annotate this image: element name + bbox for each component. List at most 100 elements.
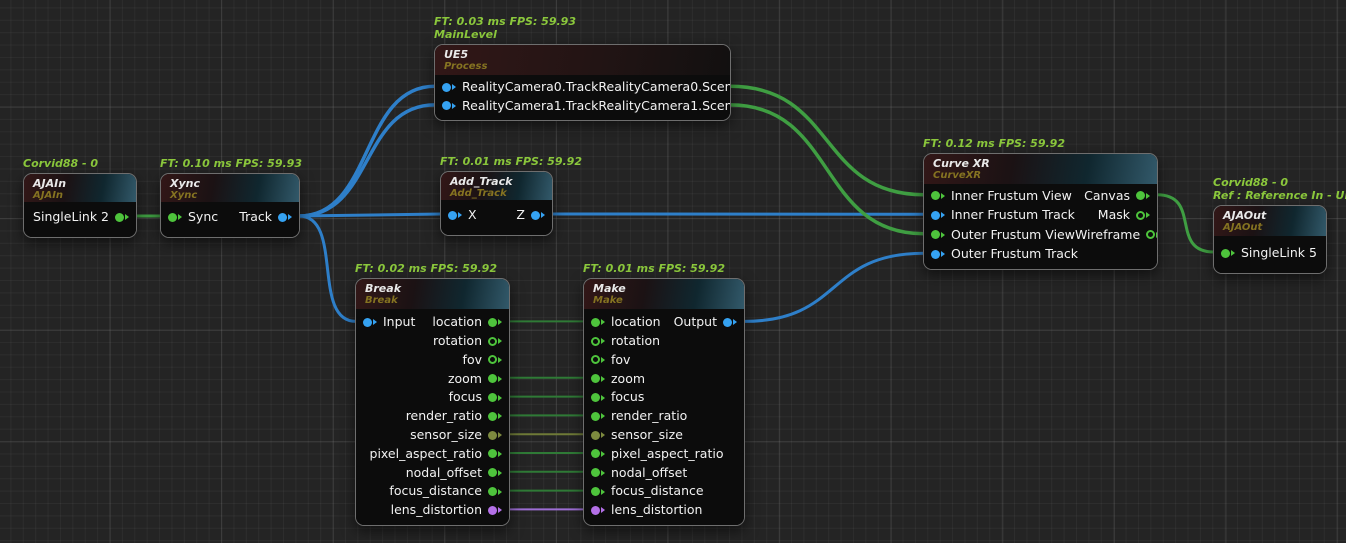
output-location[interactable]: location bbox=[432, 316, 502, 329]
port-canvas-icon[interactable] bbox=[1136, 191, 1150, 200]
output-canvas[interactable]: Canvas bbox=[1084, 190, 1150, 203]
node-header[interactable]: MakeMake bbox=[584, 279, 744, 309]
port-focus-icon[interactable] bbox=[488, 393, 502, 402]
output-focus[interactable]: focus bbox=[449, 391, 502, 404]
input-outer-frustum-track[interactable]: Outer Frustum Track bbox=[931, 248, 1078, 261]
output-realitycamera0-scene[interactable]: RealityCamera0.Scene bbox=[598, 81, 731, 94]
output-rotation[interactable]: rotation bbox=[433, 335, 502, 348]
input-nodal-offset[interactable]: nodal_offset bbox=[591, 467, 687, 480]
node-curvexr[interactable]: Curve XRCurveXR Inner Frustum View Canvas I… bbox=[923, 153, 1158, 270]
port-rotation-icon[interactable] bbox=[591, 337, 605, 346]
input-sensor-size[interactable]: sensor_size bbox=[591, 429, 683, 442]
output-lens-distortion[interactable]: lens_distortion bbox=[391, 504, 502, 517]
output-pixel-aspect-ratio[interactable]: pixel_aspect_ratio bbox=[370, 448, 502, 461]
port-focus-icon[interactable] bbox=[591, 393, 605, 402]
port-zoom-icon[interactable] bbox=[488, 374, 502, 383]
wire-make-to-curvexr[interactable] bbox=[744, 253, 924, 321]
input-inner-frustum-view[interactable]: Inner Frustum View bbox=[931, 190, 1072, 203]
port-nodal-offset-icon[interactable] bbox=[591, 468, 605, 477]
port-sync-icon[interactable] bbox=[168, 213, 182, 222]
node-ajaout[interactable]: AJAOutAJAOut SingleLink 5 bbox=[1213, 205, 1327, 274]
output-wireframe[interactable]: Wireframe bbox=[1075, 229, 1158, 242]
node-header[interactable]: BreakBreak bbox=[356, 279, 509, 309]
input-focus[interactable]: focus bbox=[591, 391, 644, 404]
input-singlelink-5[interactable]: SingleLink 5 bbox=[1221, 247, 1317, 260]
output-zoom[interactable]: zoom bbox=[448, 373, 502, 386]
port-pixel-aspect-ratio-icon[interactable] bbox=[488, 449, 502, 458]
port-input-icon[interactable] bbox=[363, 318, 377, 327]
output-singlelink-2[interactable]: SingleLink 2 bbox=[33, 211, 129, 224]
port-inner-frustum-view-icon[interactable] bbox=[931, 191, 945, 200]
port-track-icon[interactable] bbox=[278, 213, 292, 222]
node-make[interactable]: MakeMakelocationOutputrotationfovzoomfoc… bbox=[583, 278, 745, 526]
port-render-ratio-icon[interactable] bbox=[591, 412, 605, 421]
node-header[interactable]: Curve XRCurveXR bbox=[924, 154, 1157, 184]
wire-xync-to-ue5[interactable] bbox=[299, 105, 435, 216]
port-mask-icon[interactable] bbox=[1136, 211, 1150, 220]
input-x[interactable]: X bbox=[448, 209, 477, 222]
port-realitycamera1-track-icon[interactable] bbox=[442, 101, 456, 110]
port-z-icon[interactable] bbox=[531, 211, 545, 220]
node-header[interactable]: AJAOutAJAOut bbox=[1214, 206, 1326, 236]
port-rotation-icon[interactable] bbox=[488, 337, 502, 346]
output-mask[interactable]: Mask bbox=[1098, 209, 1150, 222]
input-rotation[interactable]: rotation bbox=[591, 335, 660, 348]
port-fov-icon[interactable] bbox=[591, 355, 605, 364]
node-break[interactable]: BreakBreak Input location rotation fov zoom fo… bbox=[355, 278, 510, 526]
node-xync[interactable]: XyncXync Sync Track bbox=[160, 173, 300, 238]
output-nodal-offset[interactable]: nodal_offset bbox=[406, 467, 502, 480]
port-focus-distance-icon[interactable] bbox=[488, 487, 502, 496]
wire-ue5-to-curvexr[interactable] bbox=[730, 86, 924, 194]
input-realitycamera0-track[interactable]: RealityCamera0.Track bbox=[442, 81, 598, 94]
wire-xync-to-addtrack[interactable] bbox=[299, 214, 441, 216]
port-sensor-size-icon[interactable] bbox=[488, 431, 502, 440]
node-header[interactable]: XyncXync bbox=[161, 174, 299, 202]
input-sync[interactable]: Sync bbox=[168, 211, 218, 224]
port-singlelink-2-icon[interactable] bbox=[115, 213, 129, 222]
node-header[interactable]: Add_TrackAdd_Track bbox=[441, 172, 552, 200]
input-focus-distance[interactable]: focus_distance bbox=[591, 485, 704, 498]
port-zoom-icon[interactable] bbox=[591, 374, 605, 383]
port-nodal-offset-icon[interactable] bbox=[488, 468, 502, 477]
node-header[interactable]: AJAInAJAIn bbox=[24, 174, 136, 202]
input-fov[interactable]: fov bbox=[591, 354, 630, 367]
wire-curvexr-to-ajaout[interactable] bbox=[1157, 195, 1214, 252]
port-pixel-aspect-ratio-icon[interactable] bbox=[591, 449, 605, 458]
input-input[interactable]: Input bbox=[363, 316, 415, 329]
output-fov[interactable]: fov bbox=[463, 354, 502, 367]
input-lens-distortion[interactable]: lens_distortion bbox=[591, 504, 702, 517]
port-x-icon[interactable] bbox=[448, 211, 462, 220]
output-focus-distance[interactable]: focus_distance bbox=[389, 485, 502, 498]
input-location[interactable]: location bbox=[591, 316, 661, 329]
input-inner-frustum-track[interactable]: Inner Frustum Track bbox=[931, 209, 1075, 222]
port-realitycamera0-track-icon[interactable] bbox=[442, 83, 456, 92]
node-ajain[interactable]: AJAInAJAIn SingleLink 2 bbox=[23, 173, 137, 238]
port-fov-icon[interactable] bbox=[488, 355, 502, 364]
input-realitycamera1-track[interactable]: RealityCamera1.Track bbox=[442, 100, 598, 113]
port-inner-frustum-track-icon[interactable] bbox=[931, 211, 945, 220]
port-render-ratio-icon[interactable] bbox=[488, 412, 502, 421]
port-lens-distortion-icon[interactable] bbox=[488, 506, 502, 515]
port-focus-distance-icon[interactable] bbox=[591, 487, 605, 496]
input-pixel-aspect-ratio[interactable]: pixel_aspect_ratio bbox=[591, 448, 723, 461]
output-track[interactable]: Track bbox=[239, 211, 292, 224]
node-addtrack[interactable]: Add_TrackAdd_Track X Z bbox=[440, 171, 553, 236]
node-ue5[interactable]: UE5ProcessRealityCamera0.TrackRealityCam… bbox=[434, 44, 731, 121]
wire-xync-to-ue5[interactable] bbox=[299, 86, 435, 216]
port-singlelink-5-icon[interactable] bbox=[1221, 249, 1235, 258]
node-graph-canvas[interactable]: Corvid88 - 0AJAInAJAInSingleLink 2FT: 0.… bbox=[0, 0, 1346, 543]
output-z[interactable]: Z bbox=[516, 209, 545, 222]
wire-xync-to-break[interactable] bbox=[299, 216, 356, 321]
output-output[interactable]: Output bbox=[674, 316, 737, 329]
port-lens-distortion-icon[interactable] bbox=[591, 506, 605, 515]
port-sensor-size-icon[interactable] bbox=[591, 431, 605, 440]
input-outer-frustum-view[interactable]: Outer Frustum View bbox=[931, 229, 1075, 242]
port-wireframe-icon[interactable] bbox=[1146, 230, 1158, 239]
output-realitycamera1-scene[interactable]: RealityCamera1.Scene bbox=[598, 100, 731, 113]
output-sensor-size[interactable]: sensor_size bbox=[410, 429, 502, 442]
port-outer-frustum-view-icon[interactable] bbox=[931, 230, 945, 239]
output-render-ratio[interactable]: render_ratio bbox=[406, 410, 502, 423]
port-output-icon[interactable] bbox=[723, 318, 737, 327]
input-render-ratio[interactable]: render_ratio bbox=[591, 410, 687, 423]
node-header[interactable]: UE5Process bbox=[435, 45, 730, 75]
